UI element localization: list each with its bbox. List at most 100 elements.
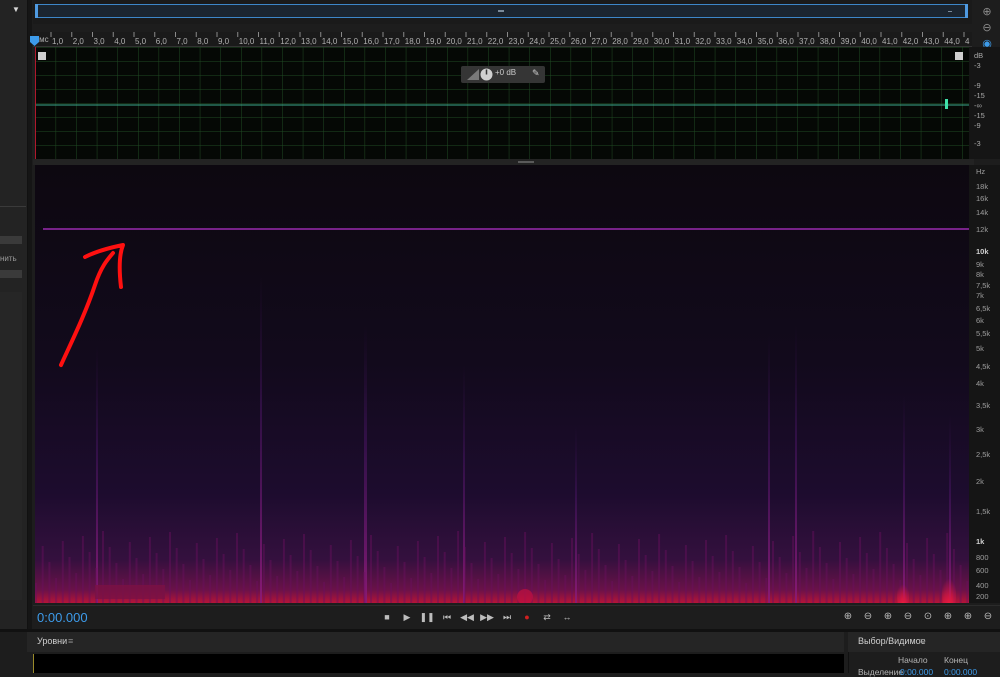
overview-range[interactable] [35, 4, 968, 18]
db-label: -15 [974, 91, 985, 100]
waveform-display[interactable] [34, 47, 969, 159]
hz-label: 200 [976, 592, 989, 601]
selection-end-value[interactable]: 0:00.000 [944, 667, 977, 677]
levels-panel-title[interactable]: Уровни [37, 636, 67, 646]
zoom-vertical-icon[interactable]: ⊕ [978, 4, 996, 20]
hz-label: 10k [976, 247, 989, 256]
selection-row-label: Выделение [858, 667, 904, 677]
selection-panel-menu-icon[interactable]: ≡ [920, 636, 925, 646]
ruler-tick-label: 29,0 [633, 37, 649, 46]
ruler-tick-label: 3,0 [94, 37, 106, 46]
timeline-ruler[interactable]: чмс 1,0 2,0 3,0 4,0 5,0 6,0 7,0 8,0 9,0 10,0 11,0 12… [33, 32, 972, 47]
zoom-out-time-icon[interactable]: ⊖ [900, 609, 916, 625]
ruler-tick-label: 4 [965, 37, 970, 46]
db-scale: dB -3 -9 -15 -∞ -15 -9 -3 [969, 47, 1000, 159]
left-panel-list [0, 292, 22, 600]
volume-ramp-icon [467, 69, 479, 80]
hz-label: 9k [976, 260, 984, 269]
ruler-tick-label: 39,0 [841, 37, 857, 46]
skip-back-icon[interactable]: ⏮ [439, 609, 455, 625]
noise-floor [966, 581, 969, 603]
noise-floor [329, 545, 332, 603]
noise-floor [604, 565, 607, 603]
spectral-transient [575, 425, 577, 603]
left-panel-field[interactable] [0, 236, 22, 244]
noise-floor [55, 578, 58, 603]
noise-floor [343, 577, 346, 603]
noise-floor [376, 551, 379, 603]
overview-grip[interactable] [498, 10, 504, 12]
noise-floor [423, 557, 426, 603]
noise-floor [510, 553, 513, 603]
fast-forward-icon[interactable]: ▶▶ [479, 609, 495, 625]
splitter-grip[interactable] [518, 161, 534, 163]
overview-left-handle[interactable] [35, 4, 38, 18]
zoom-out-point-icon[interactable]: ⊖ [980, 609, 996, 625]
zoom-in-time-icon[interactable]: ⊕ [880, 609, 896, 625]
noise-floor [651, 571, 654, 603]
noise-floor [698, 577, 701, 603]
noise-floor [597, 549, 600, 603]
db-label: -∞ [974, 101, 982, 110]
skip-forward-icon[interactable]: ⏭ [499, 609, 515, 625]
ruler-tick-label: 21,0 [467, 37, 483, 46]
spectral-transient [795, 325, 797, 603]
volume-knob-icon[interactable] [480, 68, 493, 81]
time-display[interactable]: 0:00.000 [37, 610, 88, 625]
spectral-display[interactable] [35, 165, 969, 603]
noise-floor [785, 573, 788, 603]
noise-floor [390, 583, 393, 603]
noise-floor [571, 538, 573, 603]
left-panel-field[interactable] [0, 270, 22, 278]
ruler-tick-label: 41,0 [882, 37, 898, 46]
zoom-in-amplitude-icon[interactable]: ⊕ [840, 609, 856, 625]
noise-floor [812, 531, 815, 603]
levels-panel-header [27, 632, 844, 652]
loop-icon[interactable]: ⇄ [539, 609, 555, 625]
chevron-down-icon[interactable]: ▼ [12, 5, 20, 14]
zoom-in-point-icon[interactable]: ⊕ [960, 609, 976, 625]
stop-icon[interactable]: ■ [379, 609, 395, 625]
record-icon[interactable]: ● [519, 609, 535, 625]
noise-floor [537, 564, 540, 603]
noise-floor [490, 558, 493, 603]
ruler-tick-label: 11,0 [260, 37, 276, 46]
pause-icon[interactable]: ❚❚ [419, 609, 435, 625]
noise-floor [430, 573, 433, 603]
volume-value[interactable]: +0 dB [495, 68, 516, 77]
noise-floor [745, 583, 748, 603]
selection-start-value[interactable]: 0:00.000 [900, 667, 933, 677]
playhead-marker-icon[interactable] [30, 36, 39, 46]
ruler-ticks: чмс 1,0 2,0 3,0 4,0 5,0 6,0 7,0 8,0 9,0 10,0 11,0 12… [35, 32, 970, 46]
zoom-out-full-icon[interactable]: ⊙ [920, 609, 936, 625]
ruler-tick-label: 42,0 [903, 37, 919, 46]
skip-selection-icon[interactable]: ↔ [559, 609, 575, 625]
hz-label: 3,5k [976, 401, 991, 410]
pin-icon[interactable]: ✎ [532, 68, 540, 79]
rewind-icon[interactable]: ◀◀ [459, 609, 475, 625]
hz-label: 7,5k [976, 281, 991, 290]
volume-hud[interactable]: +0 dB ✎ [461, 66, 545, 83]
zoom-selection-icon[interactable]: ⊕ [940, 609, 956, 625]
hz-label: 3k [976, 425, 984, 434]
noise-floor [169, 532, 171, 603]
ruler-tick-label: 27,0 [592, 37, 608, 46]
spectral-transient [768, 335, 770, 603]
zoom-out-amplitude-icon[interactable]: ⊖ [860, 609, 876, 625]
ruler-tick-label: 43,0 [924, 37, 940, 46]
noise-floor [282, 539, 285, 603]
panel-divider[interactable] [28, 0, 32, 630]
noise-floor [416, 541, 419, 603]
play-icon[interactable]: ▶ [399, 609, 415, 625]
levels-panel-menu-icon[interactable]: ≡ [68, 636, 73, 646]
noise-floor [805, 568, 808, 603]
selection-panel-title[interactable]: Выбор/Видимое [858, 636, 926, 646]
overview-right-handle[interactable] [965, 4, 968, 18]
noise-floor [638, 539, 640, 603]
noise-floor [81, 536, 84, 603]
noise-floor [671, 566, 674, 603]
zoom-out-icon[interactable]: ⊖ [978, 20, 996, 36]
noise-floor [336, 561, 339, 603]
ruler-tick-label: 33,0 [716, 37, 732, 46]
frequency-scale: Hz 18k 16k 14k 12k 10k 9k 8k 7,5k 7k 6,5k 6k 5,5k 5k 4… [969, 165, 1000, 603]
